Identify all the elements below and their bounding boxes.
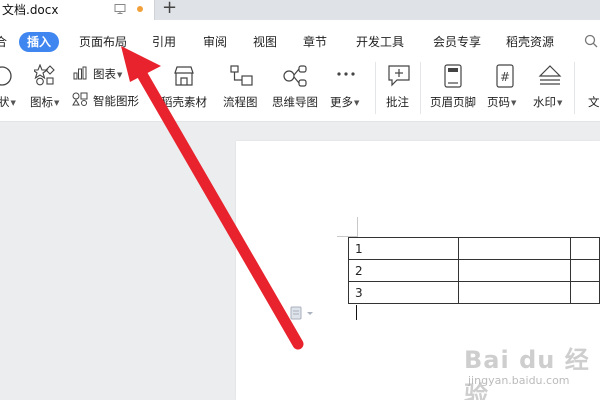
- tab-member[interactable]: 会员专享: [433, 32, 481, 52]
- toolbar-separator: [420, 62, 421, 114]
- table-cell[interactable]: [569, 281, 600, 304]
- paste-options-icon[interactable]: [290, 306, 314, 320]
- monitor-icon[interactable]: [114, 3, 126, 15]
- icons-label: 图标: [30, 95, 53, 109]
- icons-icon[interactable]: [34, 64, 56, 86]
- tab-view[interactable]: 视图: [253, 32, 277, 52]
- comment-icon[interactable]: [386, 62, 412, 88]
- flowchart-button[interactable]: 流程图: [223, 94, 258, 110]
- docer-material-icon[interactable]: [172, 64, 196, 88]
- shape-label: 状: [0, 95, 10, 109]
- chevron-down-icon: ▼: [557, 98, 563, 107]
- chevron-down-icon: ▼: [117, 70, 123, 79]
- table-row[interactable]: 3: [347, 281, 600, 304]
- page-number-icon[interactable]: #: [495, 63, 515, 89]
- watermark-icon[interactable]: [538, 64, 562, 88]
- document-table[interactable]: 123: [347, 237, 600, 304]
- tab-page-layout[interactable]: 页面布局: [79, 32, 127, 52]
- chevron-down-icon: ▼: [511, 98, 517, 107]
- table-cell[interactable]: 1: [347, 237, 460, 260]
- header-footer-icon[interactable]: [443, 63, 463, 89]
- shape-icon[interactable]: [0, 64, 14, 88]
- text-box-button-partial[interactable]: 文: [588, 94, 600, 110]
- more-button[interactable]: 更多▼: [330, 94, 359, 110]
- comment-button[interactable]: 批注: [386, 94, 409, 110]
- table-cell[interactable]: [569, 237, 600, 260]
- chart-label: 图表: [93, 67, 116, 81]
- chevron-down-icon: ▼: [354, 98, 360, 107]
- header-footer-button[interactable]: 页眉页脚: [430, 94, 476, 110]
- watermark-label: 水印: [533, 95, 556, 109]
- smart-graphic-button[interactable]: 智能图形: [93, 93, 139, 109]
- text-cursor: [356, 305, 357, 320]
- mindmap-button[interactable]: 思维导图: [272, 94, 318, 110]
- shape-button[interactable]: 状▼: [0, 94, 16, 110]
- toolbar-separator: [375, 62, 376, 114]
- baidu-watermark: Bai du 经验 jingyan.baidu.com: [458, 340, 598, 400]
- page-number-button[interactable]: 页码▼: [487, 94, 516, 110]
- tab-insert[interactable]: 插入: [19, 32, 60, 52]
- more-dots-icon[interactable]: [336, 70, 356, 78]
- table-cell[interactable]: [458, 281, 571, 304]
- table-cell[interactable]: [458, 237, 571, 260]
- flowchart-icon[interactable]: [229, 64, 255, 88]
- tab-review[interactable]: 审阅: [203, 32, 227, 52]
- chevron-down-icon: ▼: [10, 98, 16, 107]
- document-tab[interactable]: 文档.docx: [0, 0, 155, 20]
- watermark-sub-text: jingyan.baidu.com: [468, 374, 570, 387]
- table-cell[interactable]: 3: [347, 281, 460, 304]
- tab-developer[interactable]: 开发工具: [356, 32, 404, 52]
- tab-references[interactable]: 引用: [152, 32, 176, 52]
- chart-icon[interactable]: [73, 66, 87, 80]
- chevron-down-icon: ▼: [54, 98, 60, 107]
- tab-section[interactable]: 章节: [303, 32, 327, 52]
- table-cell[interactable]: [569, 259, 600, 282]
- unsaved-indicator-icon: [137, 6, 143, 12]
- smart-graphic-icon[interactable]: [72, 92, 88, 106]
- icons-button[interactable]: 图标▼: [30, 94, 59, 110]
- more-label: 更多: [330, 95, 353, 109]
- table-row[interactable]: 2: [347, 259, 600, 282]
- tab-docer-resources[interactable]: 稻壳资源: [506, 32, 554, 52]
- chart-button[interactable]: 图表▼: [93, 66, 122, 82]
- document-title: 文档.docx: [2, 3, 59, 17]
- title-bar: 文档.docx +: [0, 0, 600, 20]
- tab-start-partial[interactable]: 合: [0, 32, 7, 52]
- svg-text:#: #: [500, 70, 510, 84]
- table-cell[interactable]: [458, 259, 571, 282]
- margin-corner-mark: [357, 217, 358, 237]
- watermark-button[interactable]: 水印▼: [533, 94, 562, 110]
- search-icon[interactable]: [584, 34, 598, 48]
- page-number-label: 页码: [487, 95, 510, 109]
- table-row[interactable]: 1: [347, 237, 600, 260]
- mindmap-icon[interactable]: [282, 64, 308, 88]
- docer-material-button[interactable]: 稻壳素材: [161, 94, 207, 110]
- table-cell[interactable]: 2: [347, 259, 460, 282]
- watermark-main-text: Bai du 经验: [464, 346, 590, 400]
- toolbar-separator: [574, 62, 575, 114]
- new-tab-button[interactable]: +: [162, 0, 177, 18]
